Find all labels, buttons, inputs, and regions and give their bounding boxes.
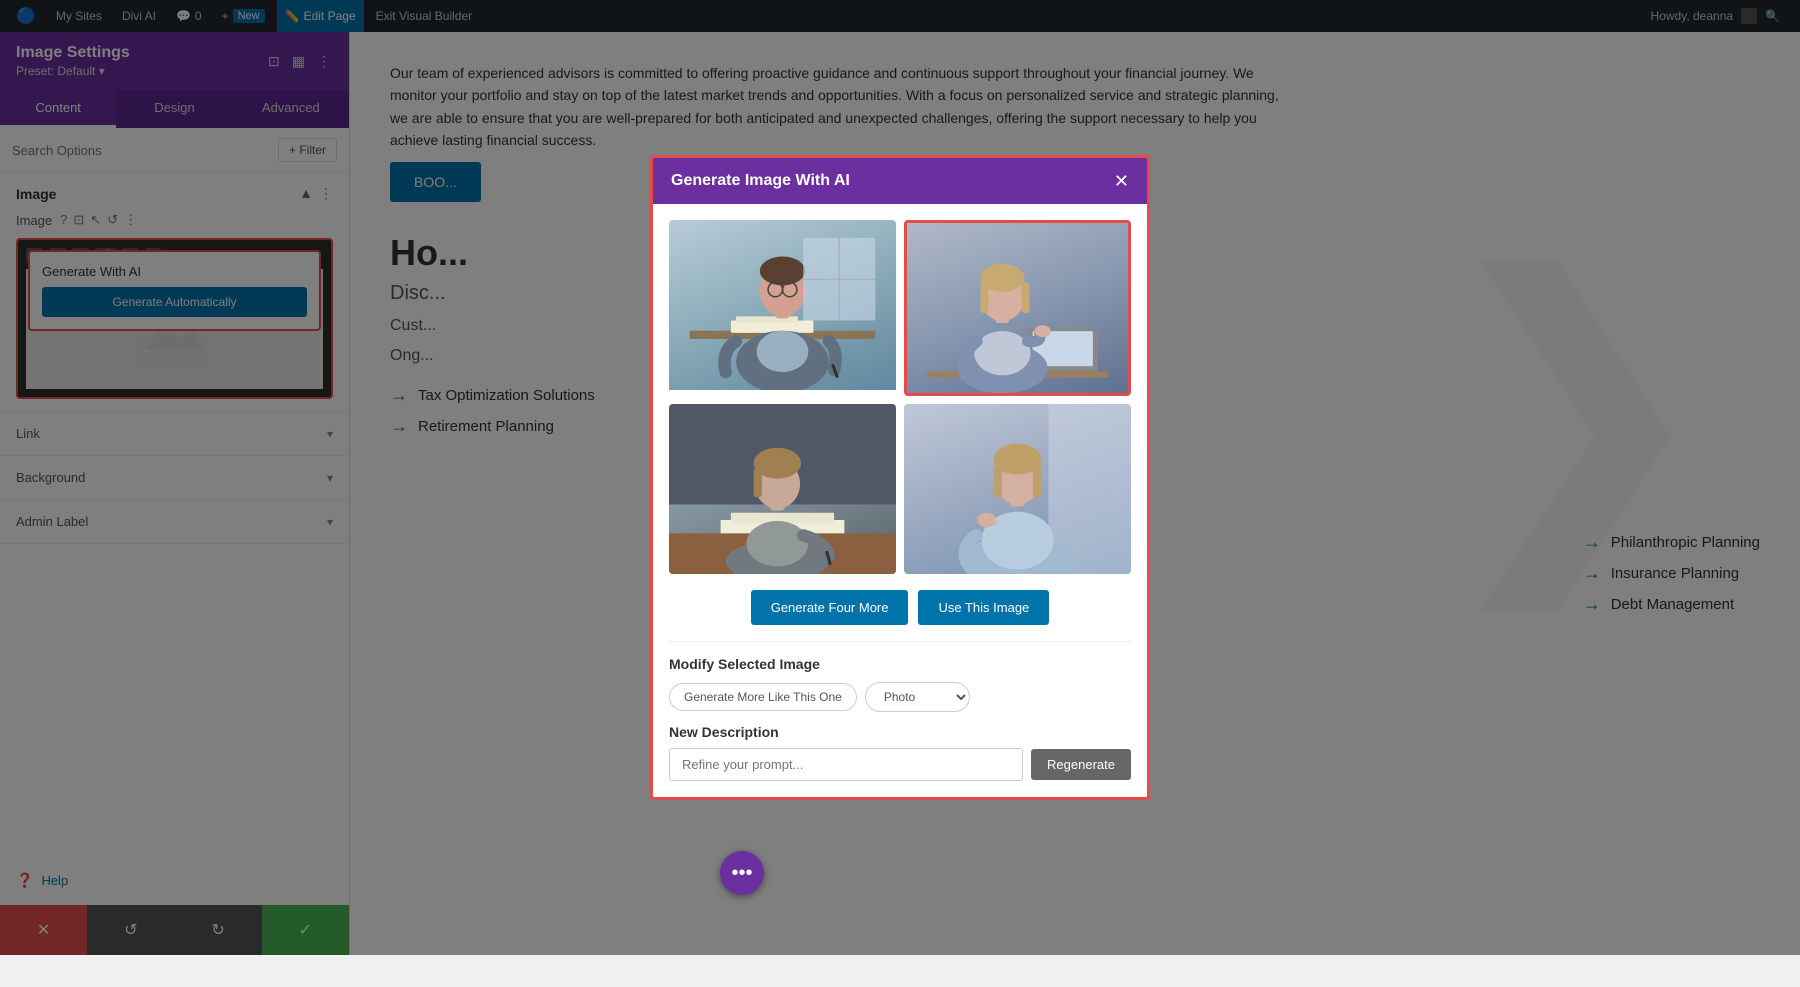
ai-image-cell-3[interactable] bbox=[669, 404, 896, 574]
generate-four-more-button[interactable]: Generate Four More bbox=[751, 590, 909, 625]
use-this-image-button[interactable]: Use This Image bbox=[918, 590, 1049, 625]
floating-action-button[interactable]: ••• bbox=[720, 851, 764, 895]
modal-action-buttons: Generate Four More Use This Image bbox=[669, 590, 1131, 625]
ai-image-cell-2[interactable] bbox=[904, 220, 1131, 396]
modal-header: Generate Image With AI ✕ bbox=[653, 158, 1147, 204]
modal-title: Generate Image With AI bbox=[671, 172, 850, 190]
new-description-input[interactable] bbox=[669, 748, 1023, 781]
modal-body: Generate Four More Use This Image Modify… bbox=[653, 204, 1147, 797]
modify-options-row: Generate More Like This One Photo Illust… bbox=[669, 682, 1131, 712]
ai-image-grid bbox=[669, 220, 1131, 574]
generate-more-like-this-button[interactable]: Generate More Like This One bbox=[669, 683, 857, 711]
modify-section-title: Modify Selected Image bbox=[669, 656, 1131, 672]
ai-image-cell-4[interactable] bbox=[904, 404, 1131, 574]
photo-style-select[interactable]: Photo Illustration Painting Sketch bbox=[865, 682, 970, 712]
regenerate-button[interactable]: Regenerate bbox=[1031, 749, 1131, 780]
modal-close-button[interactable]: ✕ bbox=[1114, 172, 1129, 190]
generate-image-modal: Generate Image With AI ✕ bbox=[650, 155, 1150, 800]
fab-dots-icon: ••• bbox=[731, 862, 752, 885]
modify-section: Modify Selected Image Generate More Like… bbox=[669, 641, 1131, 781]
new-description-row: Regenerate bbox=[669, 748, 1131, 781]
new-description-label: New Description bbox=[669, 724, 1131, 740]
ai-image-cell-1[interactable] bbox=[669, 220, 896, 396]
modal-overlay: Generate Image With AI ✕ bbox=[0, 0, 1800, 955]
